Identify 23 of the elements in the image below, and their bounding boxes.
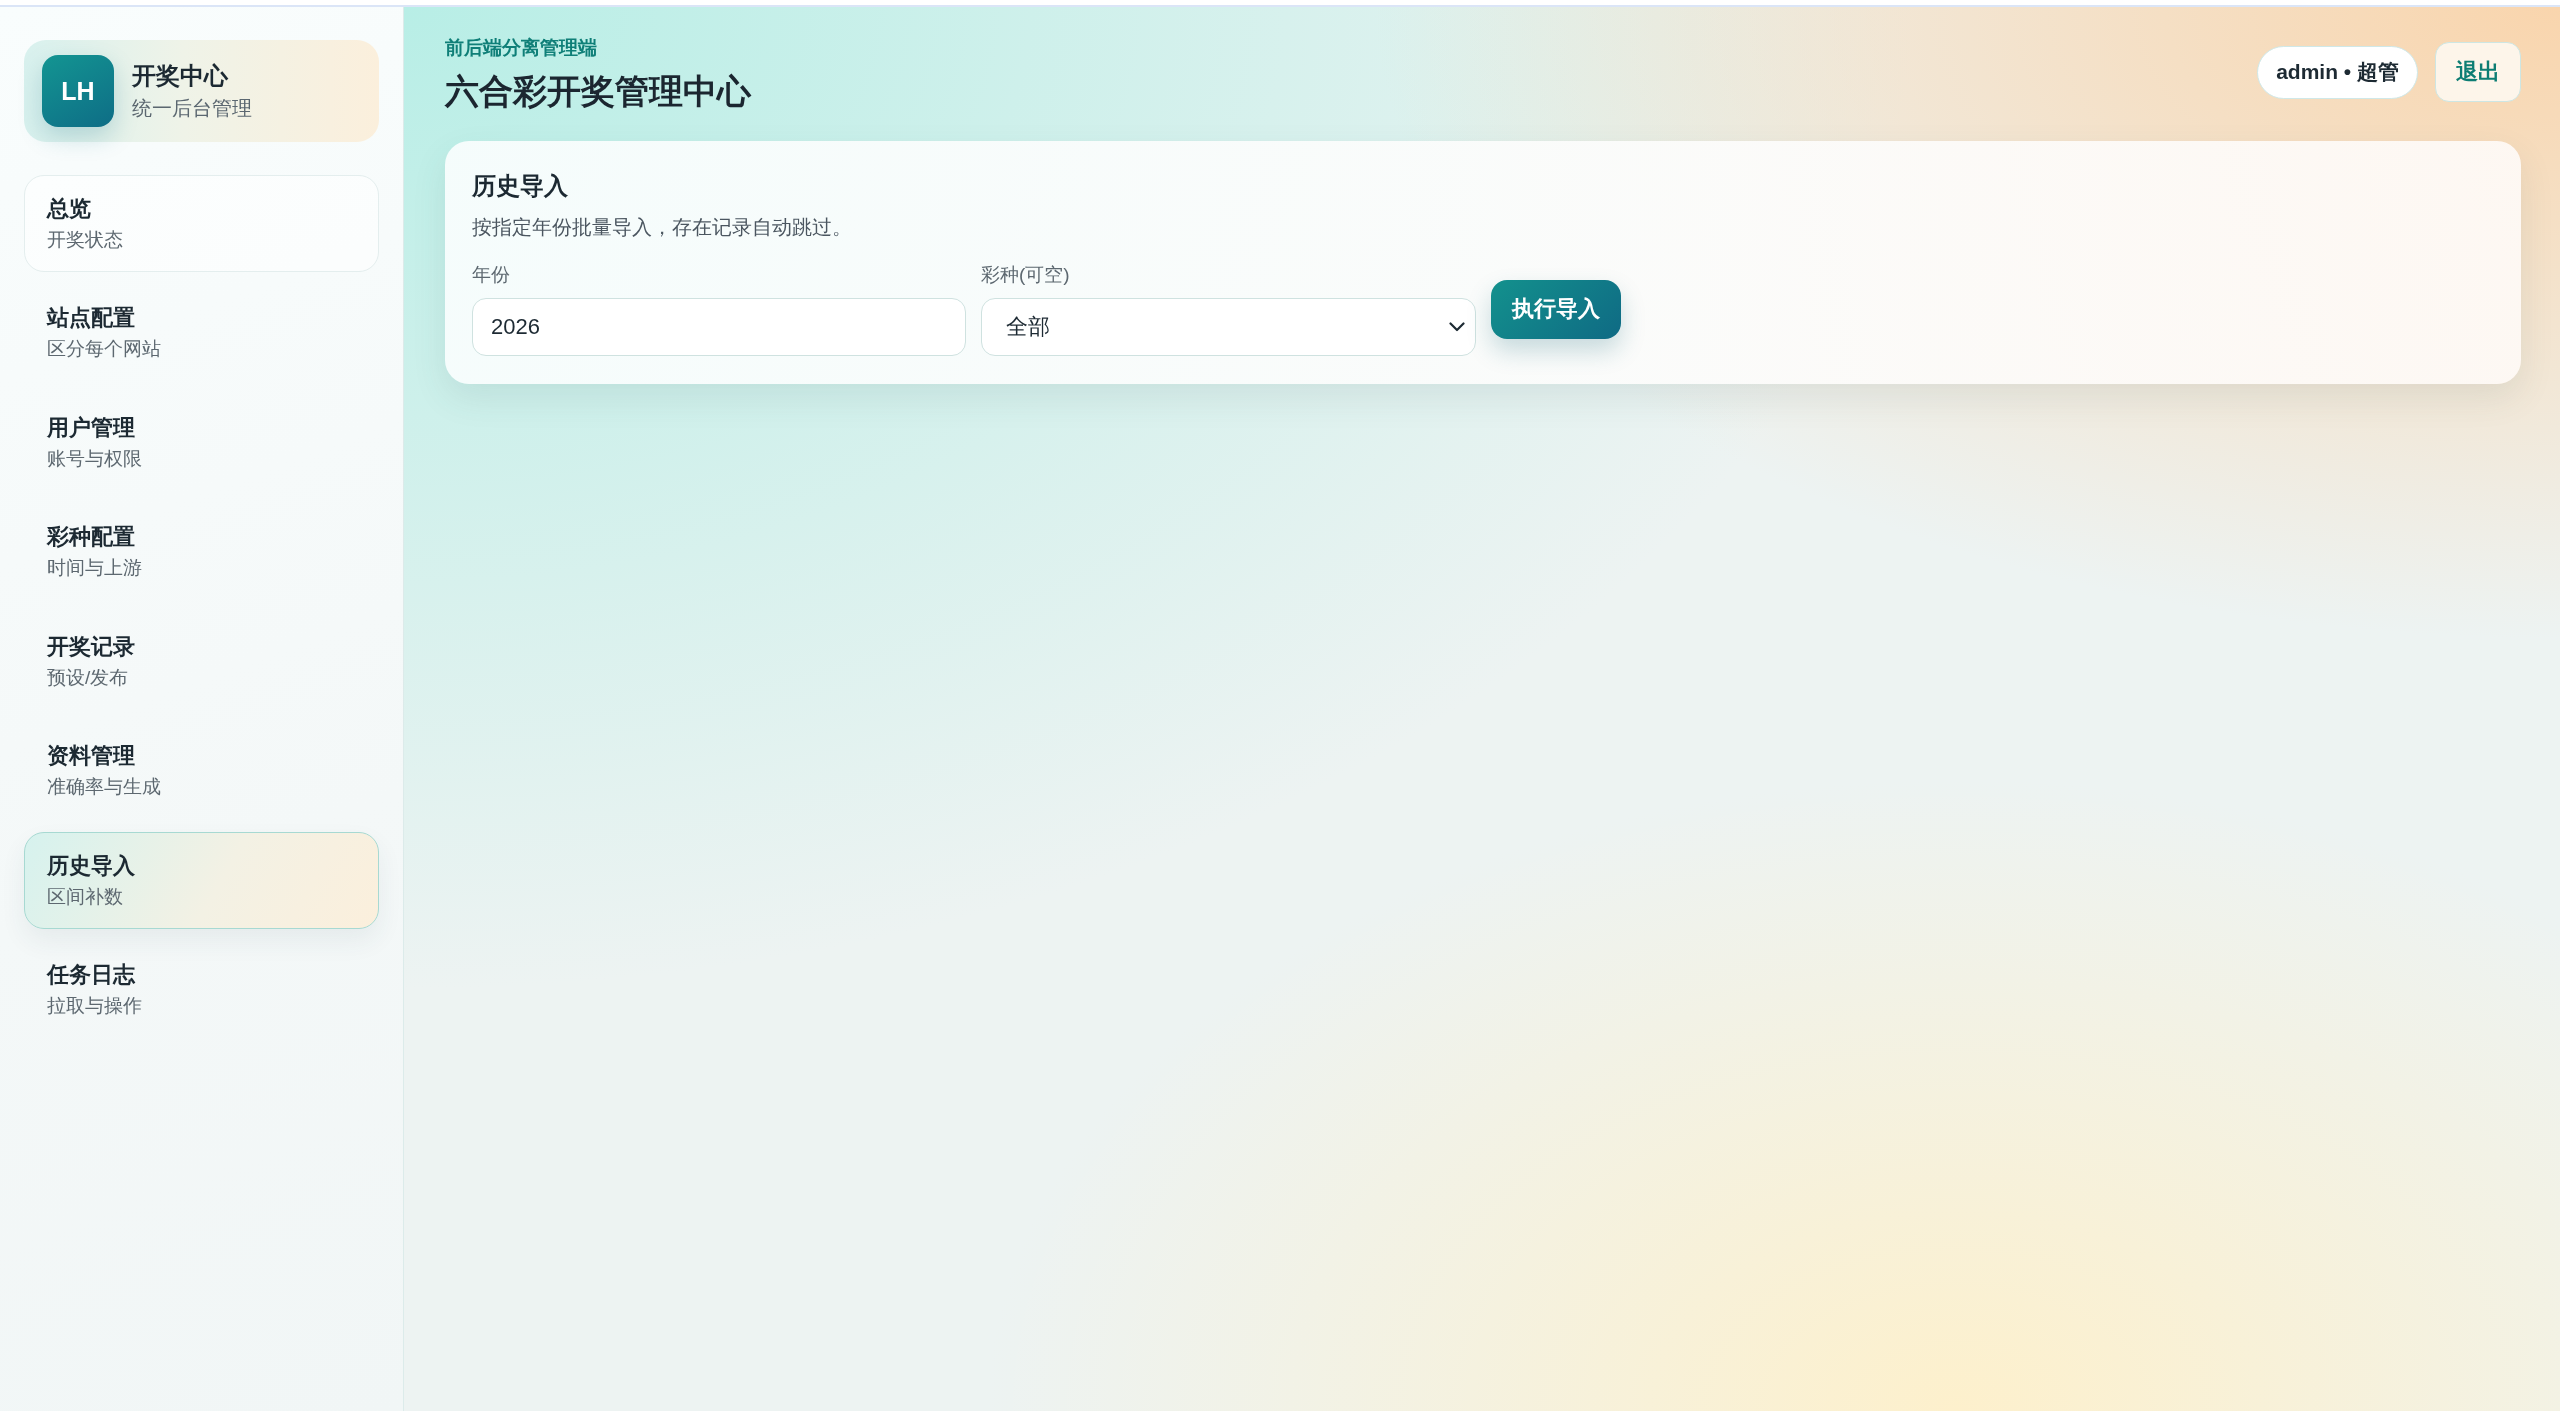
logout-button[interactable]: 退出 <box>2435 42 2521 102</box>
nav-item[interactable]: 站点配置 区分每个网站 <box>24 284 379 382</box>
logo: LH <box>42 55 114 127</box>
user-badge: admin • 超管 <box>2257 45 2418 99</box>
nav-item[interactable]: 开奖记录 预设/发布 <box>24 613 379 710</box>
nav-item[interactable]: 历史导入 区间补数 <box>24 832 379 929</box>
field-label: 彩种(可空) <box>981 263 1071 287</box>
brand-subtitle: 统一后台管理 <box>132 96 252 121</box>
brand-title: 开奖中心 <box>132 61 229 91</box>
card-title: 历史导入 <box>472 171 569 201</box>
chevron-down-icon <box>1449 322 1465 332</box>
dropdown-select[interactable]: 全部 <box>981 298 1476 356</box>
nav-item[interactable]: 任务日志 拉取与操作 <box>24 941 379 1039</box>
field-label: 年份 <box>472 263 511 287</box>
year-input[interactable]: 2026 <box>472 298 966 356</box>
page-title: 六合彩开奖管理中心 <box>445 71 751 112</box>
header-eyebrow: 前后端分离管理端 <box>445 37 598 59</box>
nav-item[interactable]: 彩种配置 时间与上游 <box>24 503 379 601</box>
card-description: 按指定年份批量导入，存在记录自动跳过。 <box>472 215 853 240</box>
nav-item[interactable]: 用户管理 账号与权限 <box>24 394 379 491</box>
nav-item[interactable]: 总览 开奖状态 <box>24 175 379 272</box>
nav-item[interactable]: 资料管理 准确率与生成 <box>24 722 379 820</box>
import-button[interactable]: 执行导入 <box>1491 279 1621 339</box>
